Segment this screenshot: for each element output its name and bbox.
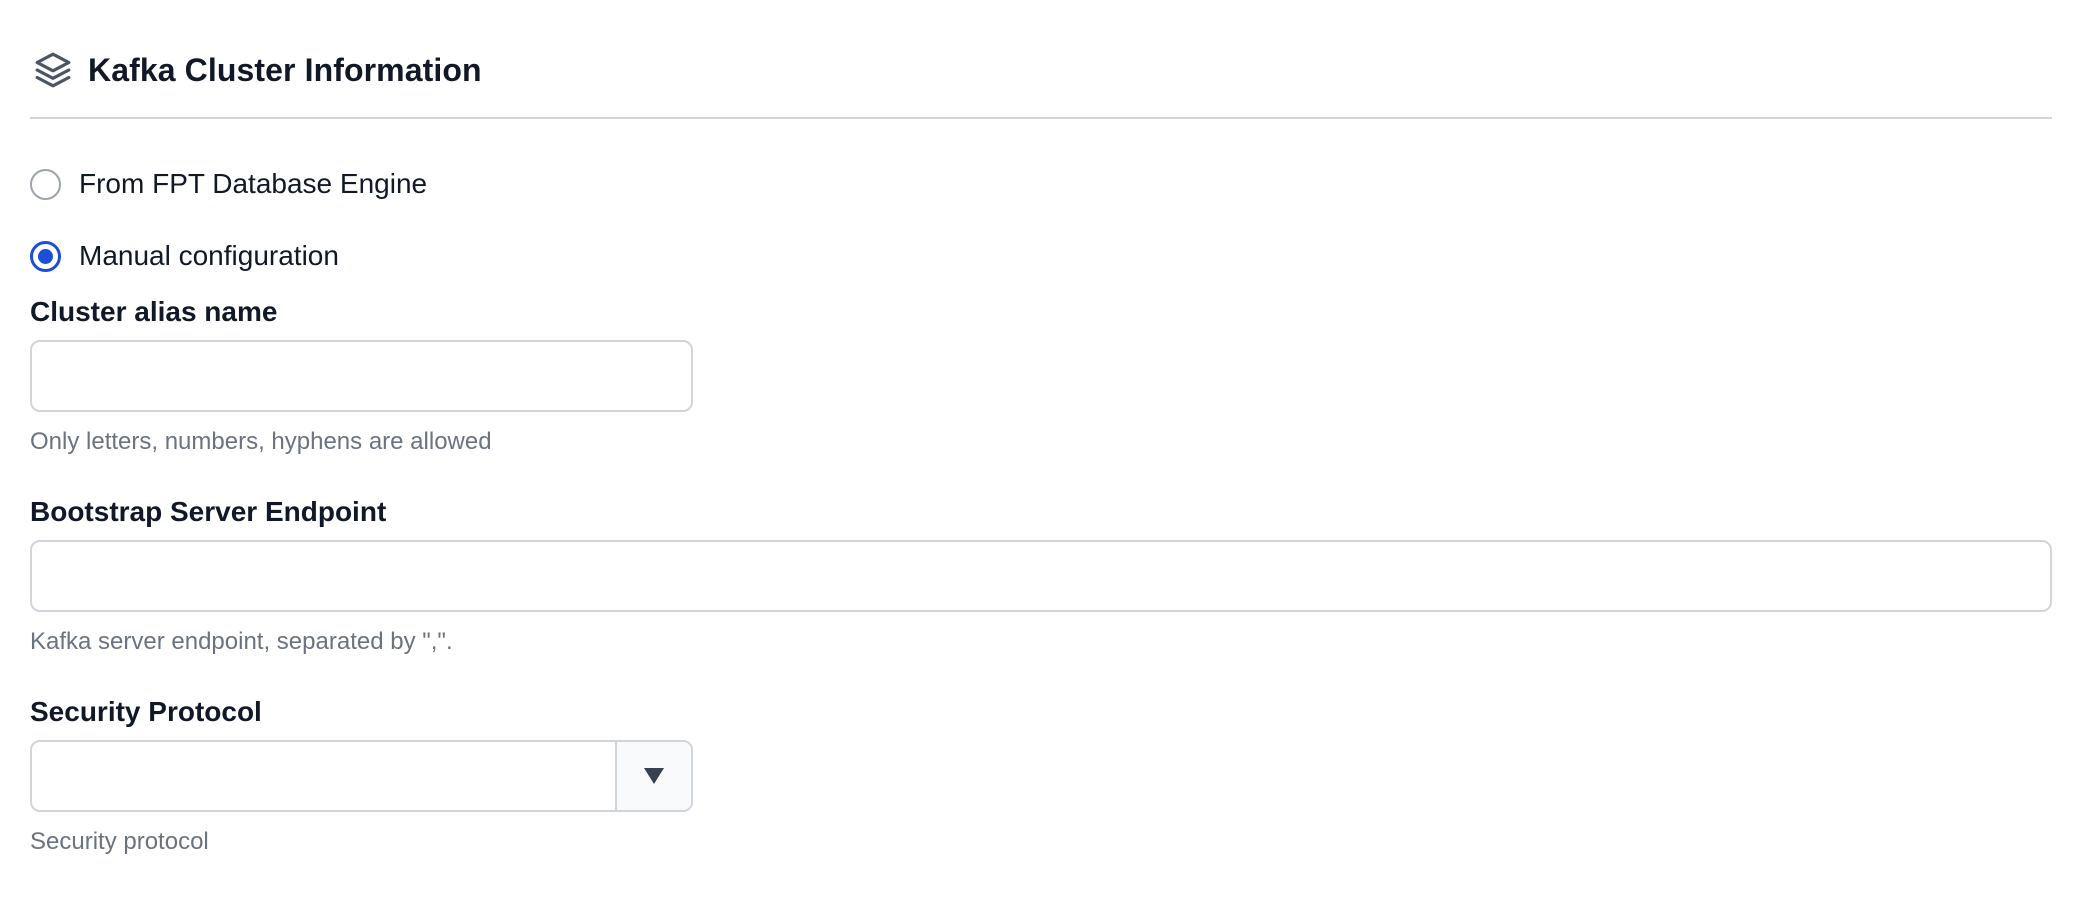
cluster-alias-label: Cluster alias name (30, 296, 278, 327)
security-protocol-help: Security protocol (30, 828, 209, 855)
security-protocol-select[interactable] (30, 740, 693, 812)
radio-manual-configuration[interactable]: Manual configuration (30, 239, 339, 273)
security-protocol-label: Security Protocol (30, 696, 262, 727)
bootstrap-server-label: Bootstrap Server Endpoint (30, 496, 387, 527)
section-divider (30, 117, 2052, 119)
bootstrap-server-help: Kafka server endpoint, separated by ",". (30, 628, 453, 655)
layers-icon (30, 47, 76, 93)
radio-button-unchecked[interactable] (30, 168, 61, 200)
caret-down-icon (644, 768, 664, 784)
bootstrap-server-input[interactable] (30, 540, 2052, 612)
kafka-cluster-form: Kafka Cluster Information From FPT Datab… (0, 0, 2076, 916)
security-protocol-value[interactable] (32, 742, 615, 810)
radio-from-fpt-database-engine[interactable]: From FPT Database Engine (30, 167, 427, 201)
cluster-alias-input[interactable] (30, 340, 693, 412)
radio-label: Manual configuration (79, 240, 339, 271)
section-header: Kafka Cluster Information (30, 40, 482, 100)
dropdown-toggle-button[interactable] (615, 742, 691, 810)
section-title: Kafka Cluster Information (88, 51, 482, 88)
radio-label: From FPT Database Engine (79, 168, 428, 199)
radio-button-checked[interactable] (30, 240, 61, 272)
cluster-alias-help: Only letters, numbers, hyphens are allow… (30, 428, 492, 455)
